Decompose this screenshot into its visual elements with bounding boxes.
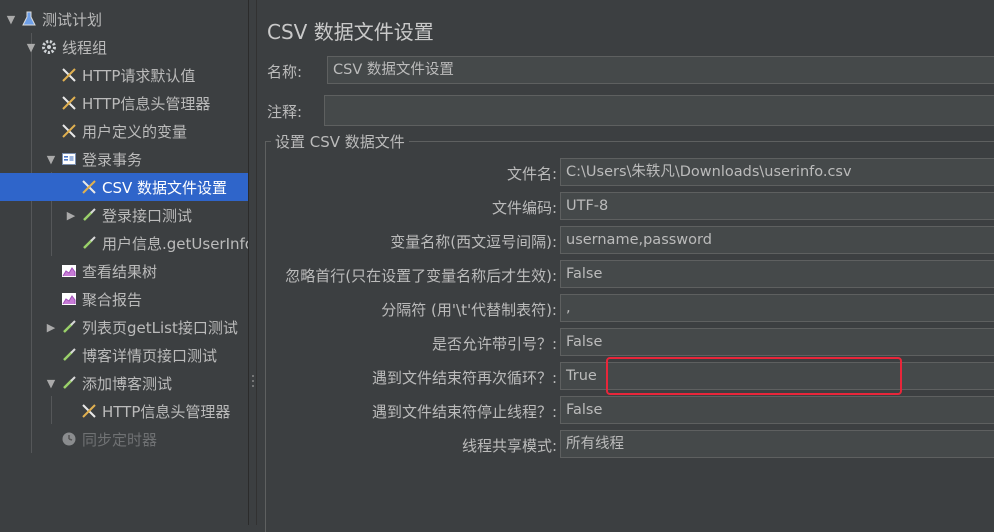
wrench-icon bbox=[80, 402, 98, 420]
tree-item-http-defaults[interactable]: ▼ HTTP请求默认值 bbox=[0, 61, 248, 89]
filename-field[interactable]: C:\Users\朱轶凡\Downloads\userinfo.csv bbox=[560, 158, 994, 186]
ignore-first-line-select[interactable]: False bbox=[560, 260, 994, 288]
encoding-field[interactable]: UTF-8 bbox=[560, 192, 994, 220]
variable-names-label: 变量名称(西文逗号间隔): bbox=[390, 233, 557, 251]
tree-item-label: 添加博客测试 bbox=[82, 374, 173, 393]
splitter-grip-dot bbox=[252, 385, 254, 387]
chart-icon bbox=[60, 290, 78, 308]
expand-arrow-icon[interactable]: ▼ bbox=[24, 41, 38, 54]
tree-item-sync-timer[interactable]: ▼ 同步定时器 bbox=[0, 425, 248, 453]
pipette-icon bbox=[80, 206, 98, 224]
tree-item-blog-detail-api-test[interactable]: ▼ 博客详情页接口测试 bbox=[0, 341, 248, 369]
wrench-icon bbox=[60, 94, 78, 112]
tree-item-login-api-test[interactable]: ▶ 登录接口测试 bbox=[0, 201, 248, 229]
wrench-icon bbox=[60, 66, 78, 84]
expand-arrow-icon[interactable]: ▼ bbox=[44, 153, 58, 166]
panel-splitter[interactable] bbox=[248, 0, 257, 525]
tree-item-thread-group[interactable]: ▼ 线程组 bbox=[0, 33, 248, 61]
tree-item-label: CSV 数据文件设置 bbox=[102, 178, 228, 197]
tree-item-add-blog-test[interactable]: ▼ 添加博客测试 bbox=[0, 369, 248, 397]
stop-thread-on-eof-label: 遇到文件结束符停止线程？: bbox=[371, 403, 557, 421]
expand-arrow-icon[interactable]: ▶ bbox=[64, 209, 78, 222]
chart-icon bbox=[60, 262, 78, 280]
tree-item-aggregate-report[interactable]: ▼ 聚合报告 bbox=[0, 285, 248, 313]
tree-item-label: 测试计划 bbox=[42, 10, 103, 29]
tree-item-label: HTTP信息头管理器 bbox=[82, 94, 211, 113]
csv-config-panel: CSV 数据文件设置 名称: CSV 数据文件设置 注释: 设置 CSV 数据文… bbox=[257, 0, 994, 532]
pipette-icon bbox=[60, 346, 78, 364]
name-label: 名称: bbox=[267, 63, 303, 81]
tree-item-user-variables[interactable]: ▼ 用户定义的变量 bbox=[0, 117, 248, 145]
tree-item-view-results-tree[interactable]: ▼ 查看结果树 bbox=[0, 257, 248, 285]
tree-item-label: 查看结果树 bbox=[82, 262, 158, 281]
pipette-icon bbox=[80, 234, 98, 252]
tree-item-label: 登录事务 bbox=[82, 150, 143, 169]
expand-arrow-icon[interactable]: ▼ bbox=[4, 13, 18, 26]
flask-icon bbox=[20, 10, 38, 28]
tree-item-label: 聚合报告 bbox=[82, 290, 143, 309]
filename-label: 文件名: bbox=[506, 165, 557, 183]
name-field[interactable]: CSV 数据文件设置 bbox=[327, 56, 994, 84]
splitter-grip-dot bbox=[252, 375, 254, 377]
timer-icon bbox=[60, 430, 78, 448]
comment-label: 注释: bbox=[267, 103, 303, 121]
splitter-grip-dot bbox=[252, 380, 254, 382]
tree-item-label: 列表页getList接口测试 bbox=[82, 318, 238, 337]
stop-thread-on-eof-select[interactable]: False bbox=[560, 396, 994, 424]
tree-item-label: 用户信息.getUserInfo bbox=[102, 234, 248, 253]
tree-item-label: 博客详情页接口测试 bbox=[82, 346, 218, 365]
allow-quoted-label: 是否允许带引号？: bbox=[431, 335, 557, 353]
tree-item-label: HTTP信息头管理器 bbox=[102, 402, 231, 421]
wrench-icon bbox=[80, 178, 98, 196]
test-plan-tree[interactable]: ▼ 测试计划 ▼ 线程组 ▼ HTTP请求默认值 ▼ HTTP信息头管理器 ▼ … bbox=[0, 0, 248, 525]
tree-item-user-info-request[interactable]: ▼ 用户信息.getUserInfo bbox=[0, 229, 248, 257]
delimiter-field[interactable]: , bbox=[560, 294, 994, 322]
tree-item-label: 用户定义的变量 bbox=[82, 122, 188, 141]
expand-arrow-icon[interactable]: ▶ bbox=[44, 321, 58, 334]
tree-item-label: 登录接口测试 bbox=[102, 206, 193, 225]
sharing-mode-select[interactable]: 所有线程 bbox=[560, 430, 994, 458]
gear-icon bbox=[40, 38, 58, 56]
wrench-icon bbox=[60, 122, 78, 140]
expand-arrow-icon[interactable]: ▼ bbox=[44, 377, 58, 390]
transaction-icon bbox=[60, 150, 78, 168]
tree-item-http-header-manager[interactable]: ▼ HTTP信息头管理器 bbox=[0, 89, 248, 117]
tree-item-label: HTTP请求默认值 bbox=[82, 66, 196, 85]
tree-item-label: 线程组 bbox=[62, 38, 108, 57]
encoding-label: 文件编码: bbox=[491, 199, 557, 217]
delimiter-label: 分隔符 (用'\t'代替制表符): bbox=[381, 301, 557, 319]
page-title: CSV 数据文件设置 bbox=[267, 20, 434, 44]
group-title: 设置 CSV 数据文件 bbox=[271, 131, 409, 152]
comment-field[interactable] bbox=[324, 95, 994, 126]
ignore-first-line-label: 忽略首行(只在设置了变量名称后才生效): bbox=[285, 267, 557, 285]
recycle-on-eof-label: 遇到文件结束符再次循环？: bbox=[371, 369, 557, 387]
pipette-icon bbox=[60, 318, 78, 336]
tree-item-http-header-manager-2[interactable]: ▼ HTTP信息头管理器 bbox=[0, 397, 248, 425]
tree-item-test-plan[interactable]: ▼ 测试计划 bbox=[0, 5, 248, 33]
pipette-icon bbox=[60, 374, 78, 392]
sharing-mode-label: 线程共享模式: bbox=[461, 437, 557, 455]
tree-item-label: 同步定时器 bbox=[82, 430, 158, 449]
allow-quoted-select[interactable]: False bbox=[560, 328, 994, 356]
tree-item-csv-data-set[interactable]: ▼ CSV 数据文件设置 bbox=[0, 173, 248, 201]
highlight-box bbox=[606, 357, 902, 395]
tree-item-getlist-api-test[interactable]: ▶ 列表页getList接口测试 bbox=[0, 313, 248, 341]
variable-names-field[interactable]: username,password bbox=[560, 226, 994, 254]
tree-item-login-transaction[interactable]: ▼ 登录事务 bbox=[0, 145, 248, 173]
